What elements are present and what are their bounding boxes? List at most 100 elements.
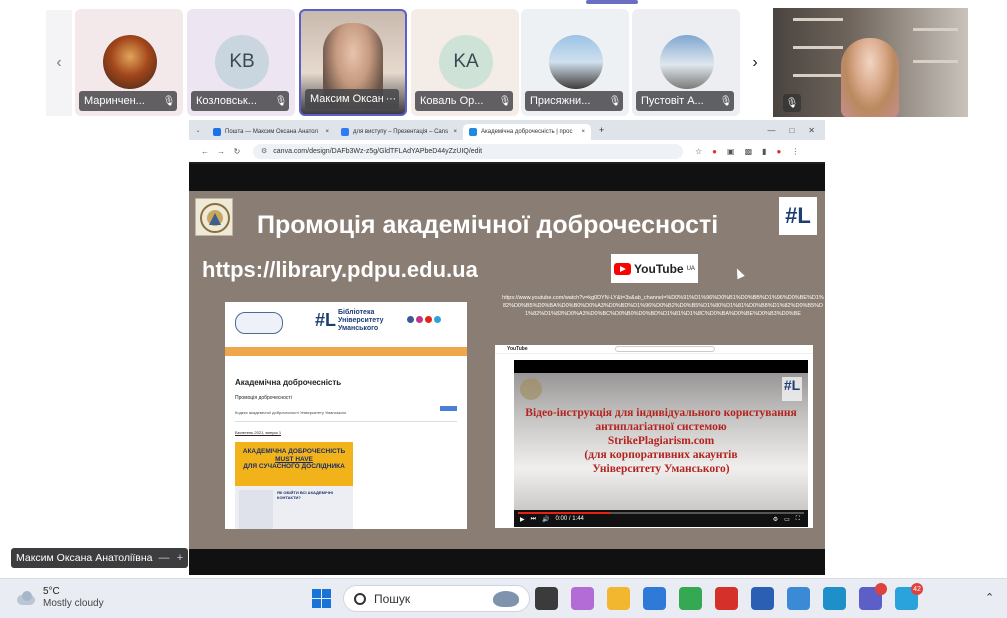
star-icon[interactable]: ☆ — [695, 147, 702, 156]
weather-widget[interactable]: 5°C Mostly cloudy — [15, 586, 104, 610]
windows-start-icon[interactable] — [312, 589, 331, 608]
participant-name: Коваль Ор... — [420, 95, 484, 107]
windows-taskbar: 5°C Mostly cloudy Пошук 42 ⌃ — [0, 578, 1007, 618]
maximize-icon[interactable]: □ — [789, 126, 794, 135]
library-text: Кодекс академічної доброчесності Універс… — [235, 410, 347, 415]
copilot-icon[interactable] — [571, 587, 594, 610]
youtube-link-text: https://www.youtube.com/watch?v=kg0DYN-L… — [502, 295, 824, 317]
participant-name: Маринчен... — [84, 95, 145, 107]
canva-icon — [341, 128, 349, 136]
reload-icon[interactable]: ↻ — [229, 147, 245, 156]
cloud-icon — [15, 591, 37, 605]
site-info-icon[interactable]: ⚙ — [261, 147, 267, 155]
weather-condition: Mostly cloudy — [43, 598, 104, 609]
youtube-logo: YouTube — [507, 346, 528, 352]
video-progress — [518, 512, 804, 514]
telegram-icon[interactable]: 42 — [895, 583, 923, 610]
self-view-person — [841, 38, 899, 117]
taskbar-apps: 42 — [535, 583, 923, 610]
sidepanel-icon[interactable]: ▮ — [762, 147, 766, 156]
back-icon[interactable]: ← — [197, 147, 213, 156]
notification-badge: 42 — [911, 583, 923, 595]
notification-badge — [875, 583, 887, 595]
self-view-video[interactable]: 🎙 — [773, 8, 968, 117]
library-logo-icon: #L — [779, 197, 817, 235]
address-url: canva.com/design/DAFb3Wz-z5g/GldTFLAdYAP… — [273, 147, 483, 155]
participant-name: Максим Оксан... — [310, 93, 383, 105]
more-menu-icon[interactable]: ⋮ — [791, 147, 799, 156]
library-subheading: Промоція доброчесності — [235, 395, 292, 401]
participant-initials: KA — [439, 35, 493, 89]
browser-tab[interactable]: для виступу – Презентація – Cans × — [335, 124, 463, 140]
fullscreen-icon: ⛶ — [795, 516, 800, 522]
close-window-icon[interactable]: ✕ — [808, 126, 815, 135]
edge-icon[interactable] — [823, 587, 846, 610]
shared-screen: ⌄ Пошта — Максим Оксана Анатол × для вист… — [189, 120, 825, 575]
mic-off-icon: 🎙 — [608, 95, 622, 107]
participant-tile[interactable]: Маринчен... 🎙 — [75, 9, 183, 116]
next-icon: ⏭ — [530, 516, 537, 522]
participant-avatar — [660, 35, 714, 89]
file-explorer-icon[interactable] — [607, 587, 630, 610]
address-bar[interactable]: ⚙ canva.com/design/DAFb3Wz-z5g/GldTFLAdY… — [253, 143, 683, 159]
minimize-icon[interactable]: — — [767, 126, 775, 135]
participant-tile[interactable]: Пустовіт А... 🎙 — [632, 9, 740, 116]
library-logo-icon: #L — [782, 377, 802, 401]
university-crest-icon — [235, 312, 283, 334]
close-icon[interactable]: × — [577, 129, 585, 135]
chrome-icon[interactable] — [679, 587, 702, 610]
library-page-heading: Академічна доброчесність — [235, 378, 342, 387]
share-button — [440, 406, 457, 411]
teams-icon[interactable] — [859, 583, 887, 610]
video-time: 0:00 / 1:44 — [555, 516, 584, 522]
taskbar-search[interactable]: Пошук — [343, 585, 530, 612]
video-controls: ▶ ⏭ 🔊 0:00 / 1:44 ⚙ ▭ ⛶ — [514, 510, 808, 527]
acrobat-icon[interactable] — [715, 587, 738, 610]
extensions-puzzle-icon[interactable]: ▩ — [745, 147, 753, 156]
close-icon[interactable]: × — [321, 129, 329, 135]
extension-icon[interactable]: ● — [712, 147, 717, 156]
participant-name: Присяжни... — [530, 95, 591, 107]
instagram-icon — [416, 316, 423, 323]
university-crest-icon — [195, 198, 233, 236]
participant-tile[interactable]: KB Козловськ... 🎙 — [187, 9, 295, 116]
presenter-label[interactable]: Максим Оксана Анатоліївна — + — [11, 548, 188, 568]
participants-next-button[interactable]: › — [742, 10, 768, 116]
browser-tab-active[interactable]: Академічна доброчесність | прос × — [463, 124, 591, 140]
university-crest-icon — [520, 378, 542, 400]
screen: ‹ Маринчен... 🎙 KB Козловськ... 🎙 Максим О… — [0, 0, 1007, 618]
forward-icon[interactable]: → — [213, 147, 229, 156]
participant-avatar — [549, 35, 603, 89]
participant-tile-active[interactable]: Максим Оксан...⋯ — [299, 9, 407, 116]
participant-tile[interactable]: KA Коваль Ор... 🎙 — [411, 9, 519, 116]
store-icon[interactable] — [643, 587, 666, 610]
youtube-play-icon — [614, 262, 632, 275]
settings-icon: ⚙ — [772, 517, 779, 523]
participants-prev-button[interactable]: ‹ — [46, 10, 72, 116]
close-icon[interactable]: × — [449, 129, 457, 135]
mic-off-icon[interactable]: 🎙 — [783, 94, 801, 112]
photos-icon[interactable] — [787, 587, 810, 610]
extension-icon[interactable]: ▣ — [727, 147, 735, 156]
theater-icon: ▭ — [784, 517, 790, 523]
new-tab-button[interactable]: + — [591, 125, 604, 135]
tab-menu-icon[interactable]: ⌄ — [189, 127, 207, 134]
library-name: Бібліотека Університету Уманського — [338, 309, 384, 332]
participant-tile[interactable]: Присяжни... 🎙 — [521, 9, 629, 116]
browser-tab[interactable]: Пошта — Максим Оксана Анатол × — [207, 124, 335, 140]
profile-icon[interactable]: ● — [777, 147, 782, 156]
mic-off-icon: 🎙 — [719, 95, 733, 107]
youtube-search-box — [615, 346, 715, 352]
mic-off-icon: 🎙 — [274, 95, 288, 107]
participant-initials: KB — [215, 35, 269, 89]
task-view-icon[interactable] — [535, 587, 558, 610]
expand-icon[interactable]: + — [172, 552, 188, 564]
minimize-icon[interactable]: — — [156, 552, 172, 564]
video-caption: Відео-інструкція для індивідуального кор… — [525, 407, 797, 475]
word-icon[interactable] — [751, 587, 774, 610]
play-icon: ▶ — [520, 517, 525, 523]
video-frame: #L Відео-інструкція для індивідуального … — [514, 360, 808, 527]
social-icons — [407, 316, 441, 323]
outlook-icon — [213, 128, 221, 136]
tray-chevron-up-icon[interactable]: ⌃ — [985, 591, 994, 604]
